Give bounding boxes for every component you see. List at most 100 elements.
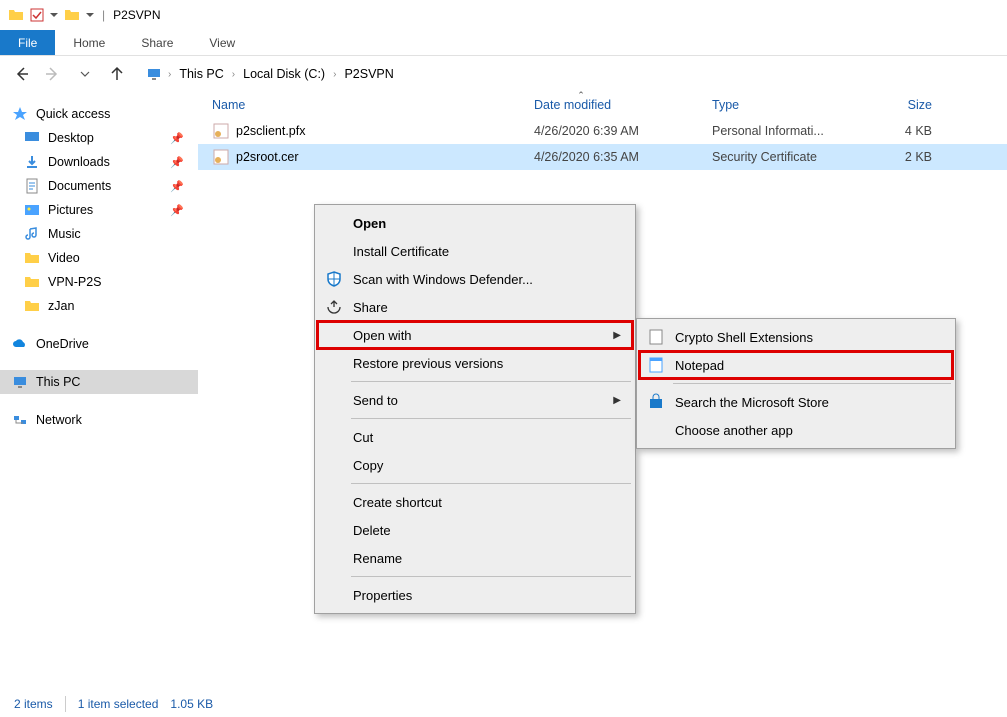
- submenu-choose-app[interactable]: Choose another app: [639, 416, 953, 444]
- col-date[interactable]: Date modified: [534, 98, 712, 112]
- desktop-icon: [24, 130, 40, 146]
- up-button[interactable]: [106, 63, 128, 85]
- chevron-right-icon: ›: [333, 69, 336, 80]
- file-date: 4/26/2020 6:35 AM: [534, 150, 712, 164]
- sidebar-label: This PC: [36, 375, 80, 389]
- col-type[interactable]: Type: [712, 98, 862, 112]
- menu-restore-versions[interactable]: Restore previous versions: [317, 349, 633, 377]
- sidebar-network[interactable]: Network: [0, 408, 198, 432]
- menu-label: Search the Microsoft Store: [675, 395, 829, 410]
- checkbox-icon[interactable]: [30, 8, 44, 22]
- menu-label: Notepad: [675, 358, 724, 373]
- certificate-icon: [212, 148, 230, 166]
- chevron-down-icon: [80, 69, 90, 79]
- menu-open-with[interactable]: Open with ▶: [317, 321, 633, 349]
- status-selected-count: 1 item selected: [78, 697, 159, 711]
- crumb-this-pc[interactable]: This PC: [177, 65, 225, 83]
- sidebar-label: Network: [36, 413, 82, 427]
- pc-icon: [12, 374, 28, 390]
- menu-label: Share: [353, 300, 388, 315]
- folder-icon: [24, 298, 40, 314]
- quick-access-toolbar: [30, 8, 58, 22]
- sidebar-item-vpn[interactable]: VPN-P2S: [0, 270, 198, 294]
- back-button[interactable]: [10, 63, 32, 85]
- folder-icon: [24, 250, 40, 266]
- col-name[interactable]: Name: [212, 98, 534, 112]
- submenu-crypto-shell[interactable]: Crypto Shell Extensions: [639, 323, 953, 351]
- title-bar: | P2SVPN: [0, 0, 1007, 30]
- chevron-right-icon: ▶: [613, 330, 621, 341]
- folder-icon: [24, 274, 40, 290]
- window-title: P2SVPN: [113, 8, 160, 22]
- breadcrumb[interactable]: › This PC › Local Disk (C:) › P2SVPN: [146, 65, 396, 83]
- pc-icon: [146, 66, 162, 82]
- notepad-icon: [647, 356, 665, 374]
- pin-icon: 📌: [170, 132, 184, 145]
- col-size[interactable]: Size: [862, 98, 952, 112]
- menu-cut[interactable]: Cut: [317, 423, 633, 451]
- sidebar-item-desktop[interactable]: Desktop📌: [0, 126, 198, 150]
- forward-button[interactable]: [42, 63, 64, 85]
- tab-view[interactable]: View: [191, 30, 253, 55]
- shield-icon: [325, 270, 343, 288]
- file-tab[interactable]: File: [0, 30, 55, 55]
- menu-install-certificate[interactable]: Install Certificate: [317, 237, 633, 265]
- sidebar-item-video[interactable]: Video: [0, 246, 198, 270]
- menu-create-shortcut[interactable]: Create shortcut: [317, 488, 633, 516]
- file-name: p2sclient.pfx: [236, 124, 534, 138]
- menu-label: Delete: [353, 523, 391, 538]
- crumb-folder[interactable]: P2SVPN: [342, 65, 395, 83]
- sidebar-quick-access[interactable]: Quick access: [0, 102, 198, 126]
- menu-scan-defender[interactable]: Scan with Windows Defender...: [317, 265, 633, 293]
- menu-label: Cut: [353, 430, 373, 445]
- sidebar: Quick access Desktop📌 Downloads📌 Documen…: [0, 92, 198, 682]
- star-icon: [12, 106, 28, 122]
- menu-properties[interactable]: Properties: [317, 581, 633, 609]
- menu-send-to[interactable]: Send to ▶: [317, 386, 633, 414]
- sidebar-item-downloads[interactable]: Downloads📌: [0, 150, 198, 174]
- qat-dropdown-icon[interactable]: [50, 11, 58, 19]
- context-menu: Open Install Certificate Scan with Windo…: [314, 204, 636, 614]
- recent-dropdown[interactable]: [74, 63, 96, 85]
- music-icon: [24, 226, 40, 242]
- menu-label: Rename: [353, 551, 402, 566]
- sidebar-item-pictures[interactable]: Pictures📌: [0, 198, 198, 222]
- sidebar-item-label: Music: [48, 227, 81, 241]
- submenu-search-store[interactable]: Search the Microsoft Store: [639, 388, 953, 416]
- arrow-right-icon: [44, 65, 62, 83]
- menu-label: Open: [353, 216, 386, 231]
- file-row[interactable]: p2sroot.cer 4/26/2020 6:35 AM Security C…: [198, 144, 1007, 170]
- pin-icon: 📌: [170, 180, 184, 193]
- file-date: 4/26/2020 6:39 AM: [534, 124, 712, 138]
- menu-delete[interactable]: Delete: [317, 516, 633, 544]
- menu-rename[interactable]: Rename: [317, 544, 633, 572]
- sidebar-onedrive[interactable]: OneDrive: [0, 332, 198, 356]
- store-icon: [647, 393, 665, 411]
- network-icon: [12, 412, 28, 428]
- sidebar-item-label: zJan: [48, 299, 74, 313]
- menu-share[interactable]: Share: [317, 293, 633, 321]
- menu-label: Scan with Windows Defender...: [353, 272, 533, 287]
- tab-share[interactable]: Share: [123, 30, 191, 55]
- title-dropdown-icon[interactable]: [86, 11, 94, 19]
- sidebar-this-pc[interactable]: This PC: [0, 370, 198, 394]
- menu-open[interactable]: Open: [317, 209, 633, 237]
- tab-home[interactable]: Home: [55, 30, 123, 55]
- sidebar-item-documents[interactable]: Documents 📌: [0, 174, 198, 198]
- ribbon: File Home Share View: [0, 30, 1007, 56]
- sidebar-item-label: Documents: [48, 179, 111, 193]
- crumb-drive[interactable]: Local Disk (C:): [241, 65, 327, 83]
- sidebar-item-music[interactable]: Music: [0, 222, 198, 246]
- status-selected-size: 1.05 KB: [170, 697, 213, 711]
- sidebar-label: Quick access: [36, 107, 110, 121]
- file-type: Security Certificate: [712, 150, 862, 164]
- menu-label: Send to: [353, 393, 398, 408]
- sidebar-item-zjan[interactable]: zJan: [0, 294, 198, 318]
- menu-copy[interactable]: Copy: [317, 451, 633, 479]
- submenu-notepad[interactable]: Notepad: [639, 351, 953, 379]
- folder-icon: [8, 7, 24, 23]
- column-headers[interactable]: Name Date modified Type Size: [198, 92, 1007, 118]
- sidebar-item-label: Video: [48, 251, 80, 265]
- file-row[interactable]: p2sclient.pfx 4/26/2020 6:39 AM Personal…: [198, 118, 1007, 144]
- pin-icon: 📌: [170, 156, 184, 169]
